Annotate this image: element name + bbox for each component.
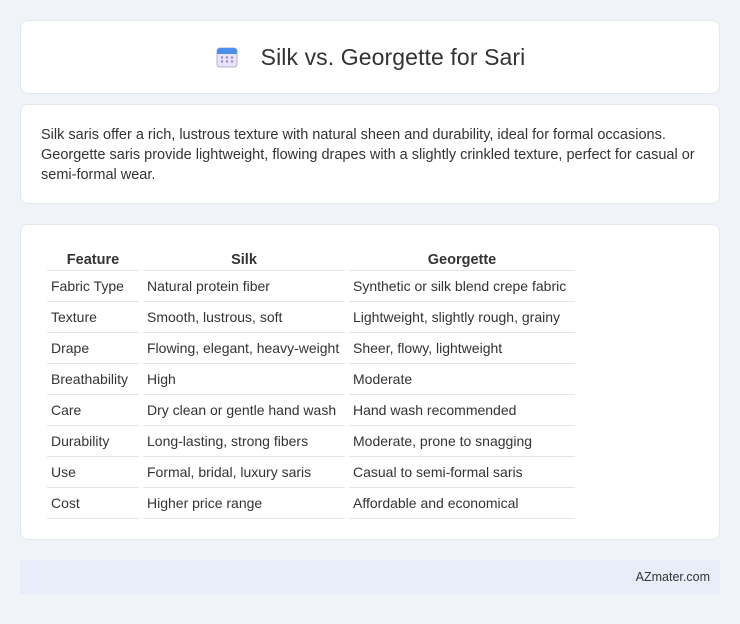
- silk-cell: High: [143, 364, 345, 395]
- feature-cell: Cost: [47, 488, 139, 519]
- footer-site-label: AZmater.com: [635, 570, 710, 584]
- feature-cell: Texture: [47, 302, 139, 333]
- title-wrap: Silk vs. Georgette for Sari: [215, 44, 526, 71]
- feature-cell: Drape: [47, 333, 139, 364]
- feature-cell: Breathability: [47, 364, 139, 395]
- table-header-row: Feature Silk Georgette: [47, 245, 575, 271]
- silk-cell: Smooth, lustrous, soft: [143, 302, 345, 333]
- table-row: Use Formal, bridal, luxury saris Casual …: [47, 457, 575, 488]
- table-row: Durability Long-lasting, strong fibers M…: [47, 426, 575, 457]
- feature-cell: Durability: [47, 426, 139, 457]
- georgette-cell: Moderate: [349, 364, 575, 395]
- silk-cell: Higher price range: [143, 488, 345, 519]
- feature-cell: Care: [47, 395, 139, 426]
- table-row: Drape Flowing, elegant, heavy-weight She…: [47, 333, 575, 364]
- title-card: Silk vs. Georgette for Sari: [20, 20, 720, 94]
- comparison-table: Feature Silk Georgette Fabric Type Natur…: [43, 245, 579, 519]
- silk-cell: Long-lasting, strong fibers: [143, 426, 345, 457]
- intro-text: Silk saris offer a rich, lustrous textur…: [41, 127, 695, 183]
- georgette-cell: Moderate, prone to snagging: [349, 426, 575, 457]
- georgette-cell: Lightweight, slightly rough, grainy: [349, 302, 575, 333]
- silk-cell: Formal, bridal, luxury saris: [143, 457, 345, 488]
- table-row: Fabric Type Natural protein fiber Synthe…: [47, 271, 575, 302]
- table-row: Texture Smooth, lustrous, soft Lightweig…: [47, 302, 575, 333]
- header-silk: Silk: [143, 245, 345, 271]
- silk-cell: Natural protein fiber: [143, 271, 345, 302]
- footer-bar: AZmater.com: [20, 560, 720, 594]
- georgette-cell: Synthetic or silk blend crepe fabric: [349, 271, 575, 302]
- page-title: Silk vs. Georgette for Sari: [260, 43, 526, 70]
- feature-cell: Fabric Type: [47, 271, 139, 302]
- silk-cell: Flowing, elegant, heavy-weight: [143, 333, 345, 364]
- table-row: Cost Higher price range Affordable and e…: [47, 488, 575, 519]
- header-georgette: Georgette: [349, 245, 575, 271]
- georgette-cell: Casual to semi-formal saris: [349, 457, 575, 488]
- table-row: Breathability High Moderate: [47, 364, 575, 395]
- table-row: Care Dry clean or gentle hand wash Hand …: [47, 395, 575, 426]
- silk-cell: Dry clean or gentle hand wash: [143, 395, 345, 426]
- georgette-cell: Hand wash recommended: [349, 395, 575, 426]
- georgette-cell: Sheer, flowy, lightweight: [349, 333, 575, 364]
- feature-cell: Use: [47, 457, 139, 488]
- calendar-icon: [216, 47, 238, 68]
- header-feature: Feature: [47, 245, 139, 271]
- intro-card: Silk saris offer a rich, lustrous textur…: [20, 104, 720, 204]
- table-card: Feature Silk Georgette Fabric Type Natur…: [20, 224, 720, 540]
- georgette-cell: Affordable and economical: [349, 488, 575, 519]
